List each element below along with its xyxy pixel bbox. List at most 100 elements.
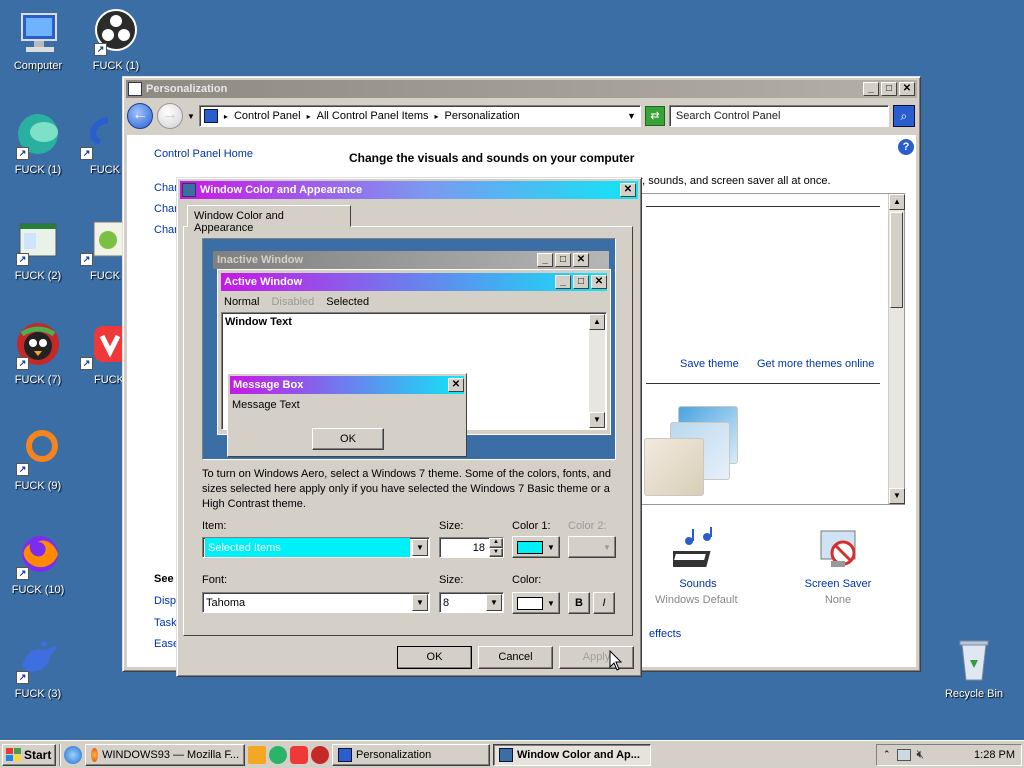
menu-selected: Selected (326, 296, 370, 308)
ok-button[interactable]: OK (397, 646, 472, 669)
search-input[interactable]: Search Control Panel (668, 105, 889, 127)
search-icon[interactable]: ⌕ (892, 105, 915, 127)
globe-app-icon: ↗ (14, 112, 62, 160)
sidebar-link[interactable]: Char (154, 182, 178, 194)
breadcrumb-item[interactable]: Personalization (445, 110, 520, 122)
control-panel-icon (338, 747, 352, 762)
theme-list[interactable]: Save theme Get more themes online ▲ ▼ (639, 193, 905, 505)
control-panel-home-link[interactable]: Control Panel Home (154, 148, 253, 160)
breadcrumb-separator-icon: ▸ (223, 111, 228, 121)
back-button[interactable]: ← (127, 103, 153, 129)
chat-app-icon[interactable] (269, 745, 287, 764)
desktop-icon-ring[interactable]: ↗ FUCK (9) (0, 428, 76, 492)
sounds-label[interactable]: Sounds (663, 578, 733, 590)
desktop-icon-bird[interactable]: ↗ FUCK (7) (0, 322, 76, 386)
size-spinner[interactable]: 18 ▲ ▼ (439, 537, 504, 558)
desktop-icon-vivaldi[interactable]: ↗ FUCK (78, 322, 122, 386)
start-button[interactable]: Start (2, 743, 56, 766)
clock[interactable]: 1:28 PM (974, 749, 1015, 761)
vertical-scrollbar[interactable]: ▲ ▼ (888, 194, 905, 504)
shortcut-arrow-icon: ↗ (16, 567, 29, 580)
scroll-down-icon[interactable]: ▼ (889, 488, 905, 504)
desktop-icon-firefox[interactable]: ↗ FUCK (10) (0, 532, 76, 596)
volume-muted-icon[interactable]: 🔇︎ (917, 747, 925, 762)
title-bar[interactable]: Personalization _ □ ✕ (126, 80, 917, 98)
screensaver-label[interactable]: Screen Saver (803, 578, 873, 590)
more-themes-link[interactable]: Get more themes online (757, 358, 874, 370)
bold-button[interactable]: B (568, 592, 590, 614)
desktop-icon-blue-bird[interactable]: ↗ FUCK (3) (0, 636, 76, 700)
effects-link[interactable]: effects (649, 628, 681, 640)
font-color-button[interactable]: ▼ (512, 592, 560, 614)
desktop-icon-frog-app[interactable]: ↗ FUCK (78, 218, 122, 282)
see-also-link[interactable]: Task (154, 617, 177, 629)
app-icon: ↗ (78, 112, 122, 160)
screen-saver-icon (820, 530, 856, 567)
task-firefox[interactable]: WINDOWS93 — Mozilla F... (85, 743, 245, 766)
maximize-button[interactable]: □ (881, 82, 897, 96)
sounds-item[interactable]: Sounds Windows Default (655, 527, 738, 606)
network-icon[interactable] (896, 748, 911, 761)
desktop-icon-label: FUCK (94, 374, 122, 386)
windows-logo-icon (6, 747, 21, 761)
media-player-icon[interactable] (248, 745, 266, 764)
forward-button[interactable]: → (157, 103, 183, 129)
history-dropdown-icon[interactable]: ▼ (187, 112, 195, 121)
task-label: WINDOWS93 — Mozilla F... (102, 748, 239, 761)
taskbar: Start WINDOWS93 — Mozilla F... Personali… (0, 740, 1024, 768)
scroll-thumb[interactable] (890, 212, 903, 308)
title-bar[interactable]: Window Color and Appearance ✕ (180, 181, 638, 199)
bird-icon[interactable] (311, 745, 329, 764)
sidebar-link[interactable]: Char (154, 224, 178, 236)
desktop-icon-obs[interactable]: ↗ FUCK (1) (78, 8, 154, 72)
close-button[interactable]: ✕ (620, 183, 636, 197)
chevron-down-icon[interactable]: ▼ (486, 594, 502, 611)
desktop-icon-recycle-bin[interactable]: Recycle Bin (936, 636, 1012, 700)
save-theme-link[interactable]: Save theme (680, 358, 739, 370)
window-color-dialog[interactable]: Window Color and Appearance ✕ Window Col… (176, 177, 642, 677)
bird-icon: ↗ (14, 322, 62, 370)
font-size-select[interactable]: 8 ▼ (439, 592, 504, 613)
address-dropdown-icon[interactable]: ▼ (627, 111, 636, 121)
page-heading: Change the visuals and sounds on your co… (349, 151, 635, 165)
close-button[interactable]: ✕ (899, 82, 915, 96)
scroll-up-icon[interactable]: ▲ (889, 194, 905, 210)
color2-swatch (573, 541, 599, 554)
cancel-button[interactable]: Cancel (478, 646, 553, 669)
item-select[interactable]: Selected Items ▼ (202, 537, 430, 558)
font-label: Font: (202, 574, 228, 586)
spinner-arrows-icon[interactable]: ▲ ▼ (489, 538, 503, 557)
color1-swatch (517, 540, 543, 554)
chevron-down-icon[interactable]: ▼ (412, 539, 428, 556)
tab-window-color[interactable]: Window Color and Appearance (187, 205, 351, 234)
maximize-icon: □ (573, 275, 589, 289)
task-personalization[interactable]: Personalization (332, 743, 490, 766)
chevron-up-icon[interactable]: ⌃ (883, 749, 891, 760)
breadcrumb[interactable]: ▸ Control Panel ▸ All Control Panel Item… (198, 105, 641, 127)
chevron-down-icon: ▼ (547, 598, 555, 608)
minimize-button[interactable]: _ (863, 82, 879, 96)
breadcrumb-item[interactable]: Control Panel (234, 110, 301, 122)
font-select[interactable]: Tahoma ▼ (202, 592, 430, 613)
vivaldi-icon[interactable] (290, 745, 308, 764)
sidebar-link[interactable]: Char (154, 203, 178, 215)
color1-label: Color 1: (512, 520, 551, 532)
color1-button[interactable]: ▼ (512, 536, 560, 558)
desktop-icon-window-app[interactable]: ↗ FUCK (2) (0, 218, 76, 282)
task-window-color[interactable]: Window Color and Ap... (493, 743, 651, 766)
chevron-down-icon[interactable]: ▼ (412, 594, 428, 611)
see-also-link[interactable]: Displ (154, 595, 178, 607)
desktop-icon-computer[interactable]: Computer (0, 8, 76, 72)
ie-icon[interactable] (64, 745, 82, 764)
desktop-icon-globe-app[interactable]: ↗ FUCK (1) (0, 112, 76, 176)
breadcrumb-separator-icon: ▸ (306, 111, 311, 121)
breadcrumb-item[interactable]: All Control Panel Items (317, 110, 429, 122)
refresh-icon[interactable]: ⇄ (644, 106, 665, 126)
desktop-icon-app[interactable]: ↗ FUCK (78, 112, 122, 176)
desktop-icon-label: FUCK (1) (14, 164, 62, 176)
color2-button[interactable]: ▼ (568, 536, 616, 558)
italic-button[interactable]: I (593, 592, 615, 614)
help-icon[interactable]: ? (898, 139, 914, 155)
close-icon: ✕ (591, 275, 607, 289)
screensaver-item[interactable]: Screen Saver None (803, 527, 873, 606)
